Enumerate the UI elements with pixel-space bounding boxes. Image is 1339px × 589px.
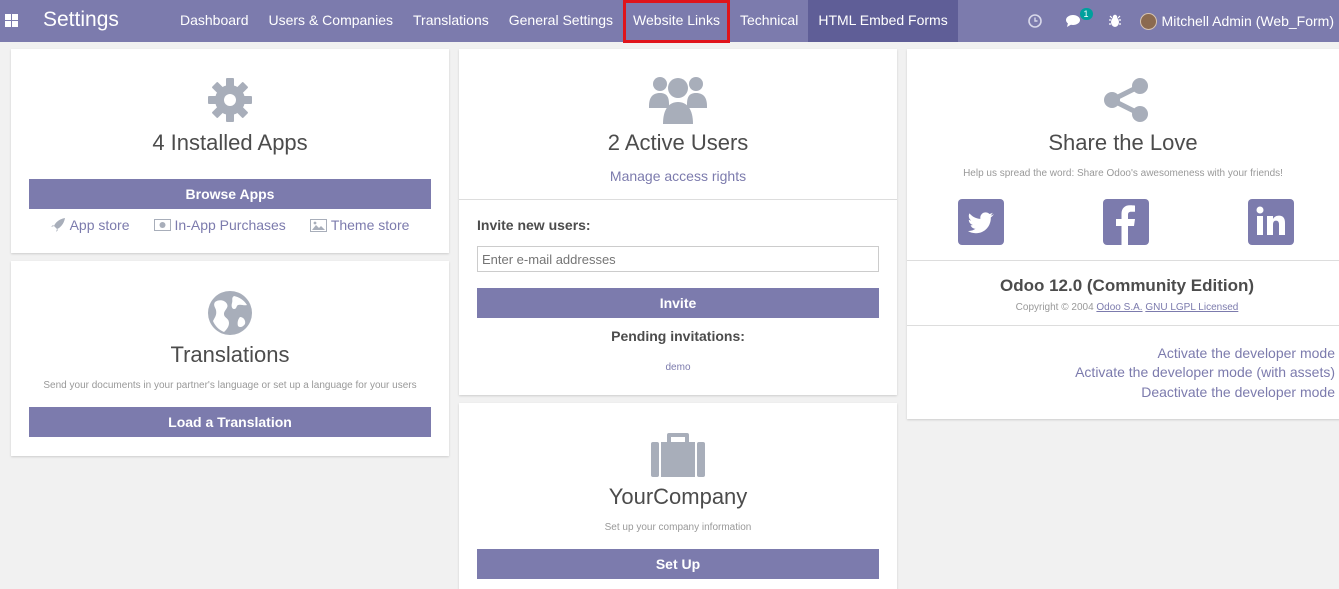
share-icon [1103,77,1149,128]
systray: 1 Mitchell Admin (Web_Form) [1016,0,1339,42]
active-users-card: 2 Active Users Manage access rights Invi… [459,49,897,395]
license-link[interactable]: GNU LGPL Licensed [1145,302,1238,313]
activate-developer-mode-link[interactable]: Activate the developer mode [1158,345,1335,361]
installed-apps-title: 4 Installed Apps [152,130,308,155]
invite-users-label: Invite new users: [477,217,591,233]
rocket-icon [50,218,65,232]
pending-invitations-label: Pending invitations: [611,328,745,344]
messages-icon[interactable]: 1 [1065,8,1093,28]
menu-dashboard[interactable]: Dashboard [170,0,259,42]
menu-html-embed-forms[interactable]: HTML Embed Forms [808,0,958,42]
linkedin-share-button[interactable] [1248,199,1294,245]
share-title: Share the Love [1048,130,1198,155]
translations-card: Translations Send your documents in your… [11,261,449,456]
activate-developer-mode-assets-link[interactable]: Activate the developer mode (with assets… [1075,364,1335,380]
in-app-purchases-link[interactable]: In-App Purchases [153,217,286,233]
copyright-line: Copyright © 2004 Odoo S.A. GNU LGPL Lice… [907,302,1339,313]
app-title: Settings [43,8,119,31]
clock-icon[interactable] [1027,14,1042,28]
message-count-badge: 1 [1079,8,1093,20]
translations-description: Send your documents in your partner's la… [43,380,417,391]
setup-company-button[interactable]: Set Up [477,549,879,579]
menu-general-settings[interactable]: General Settings [499,0,623,42]
share-card: Share the Love Help us spread the word: … [907,49,1339,419]
load-translation-button[interactable]: Load a Translation [29,407,431,437]
browse-apps-button[interactable]: Browse Apps [29,179,431,209]
company-description: Set up your company information [604,522,752,533]
invite-button[interactable]: Invite [477,288,879,318]
app-store-link[interactable]: App store [50,217,130,233]
users-icon [649,74,707,131]
money-icon [153,219,171,231]
pending-user-link[interactable]: demo [459,362,897,373]
share-description: Help us spread the word: Share Odoo's aw… [963,168,1283,179]
user-name: Mitchell Admin (Web_Form) [1161,13,1334,29]
manage-access-rights-link[interactable]: Manage access rights [459,168,897,184]
avatar [1139,12,1157,30]
store-links: App store In-App Purchases Theme store [11,217,449,233]
facebook-share-button[interactable] [1103,199,1149,245]
briefcase-icon [651,431,705,482]
company-card: YourCompany Set up your company informat… [459,403,897,589]
picture-icon [309,218,327,232]
menu-translations[interactable]: Translations [403,0,499,42]
gear-icon [207,77,253,128]
apps-menu-icon[interactable] [5,14,18,27]
active-users-title: 2 Active Users [607,130,749,155]
odoo-sa-link[interactable]: Odoo S.A. [1096,302,1142,313]
version-title: Odoo 12.0 (Community Edition) [999,276,1255,295]
theme-store-link[interactable]: Theme store [309,217,409,233]
divider [907,260,1339,261]
top-navbar: Settings Dashboard Users & Companies Tra… [0,0,1339,43]
twitter-icon [967,212,994,234]
installed-apps-card: 4 Installed Apps Browse Apps App store I… [11,49,449,253]
user-menu[interactable]: Mitchell Admin (Web_Form) [1139,12,1334,30]
company-title: YourCompany [608,484,748,509]
globe-icon [207,290,253,341]
deactivate-developer-mode-link[interactable]: Deactivate the developer mode [1141,384,1335,400]
divider [459,199,897,200]
main-menu: Dashboard Users & Companies Translations… [170,0,958,43]
invite-email-input[interactable] [477,246,879,272]
menu-users-companies[interactable]: Users & Companies [259,0,404,42]
translations-title: Translations [170,342,290,367]
copyright-text: Copyright © 2004 [1015,302,1094,313]
menu-website-links[interactable]: Website Links [623,0,730,43]
facebook-icon [1116,205,1135,245]
divider [907,325,1339,326]
menu-technical[interactable]: Technical [730,0,808,42]
twitter-share-button[interactable] [958,199,1004,245]
bug-icon[interactable] [1108,14,1122,28]
linkedin-icon [1256,206,1285,235]
